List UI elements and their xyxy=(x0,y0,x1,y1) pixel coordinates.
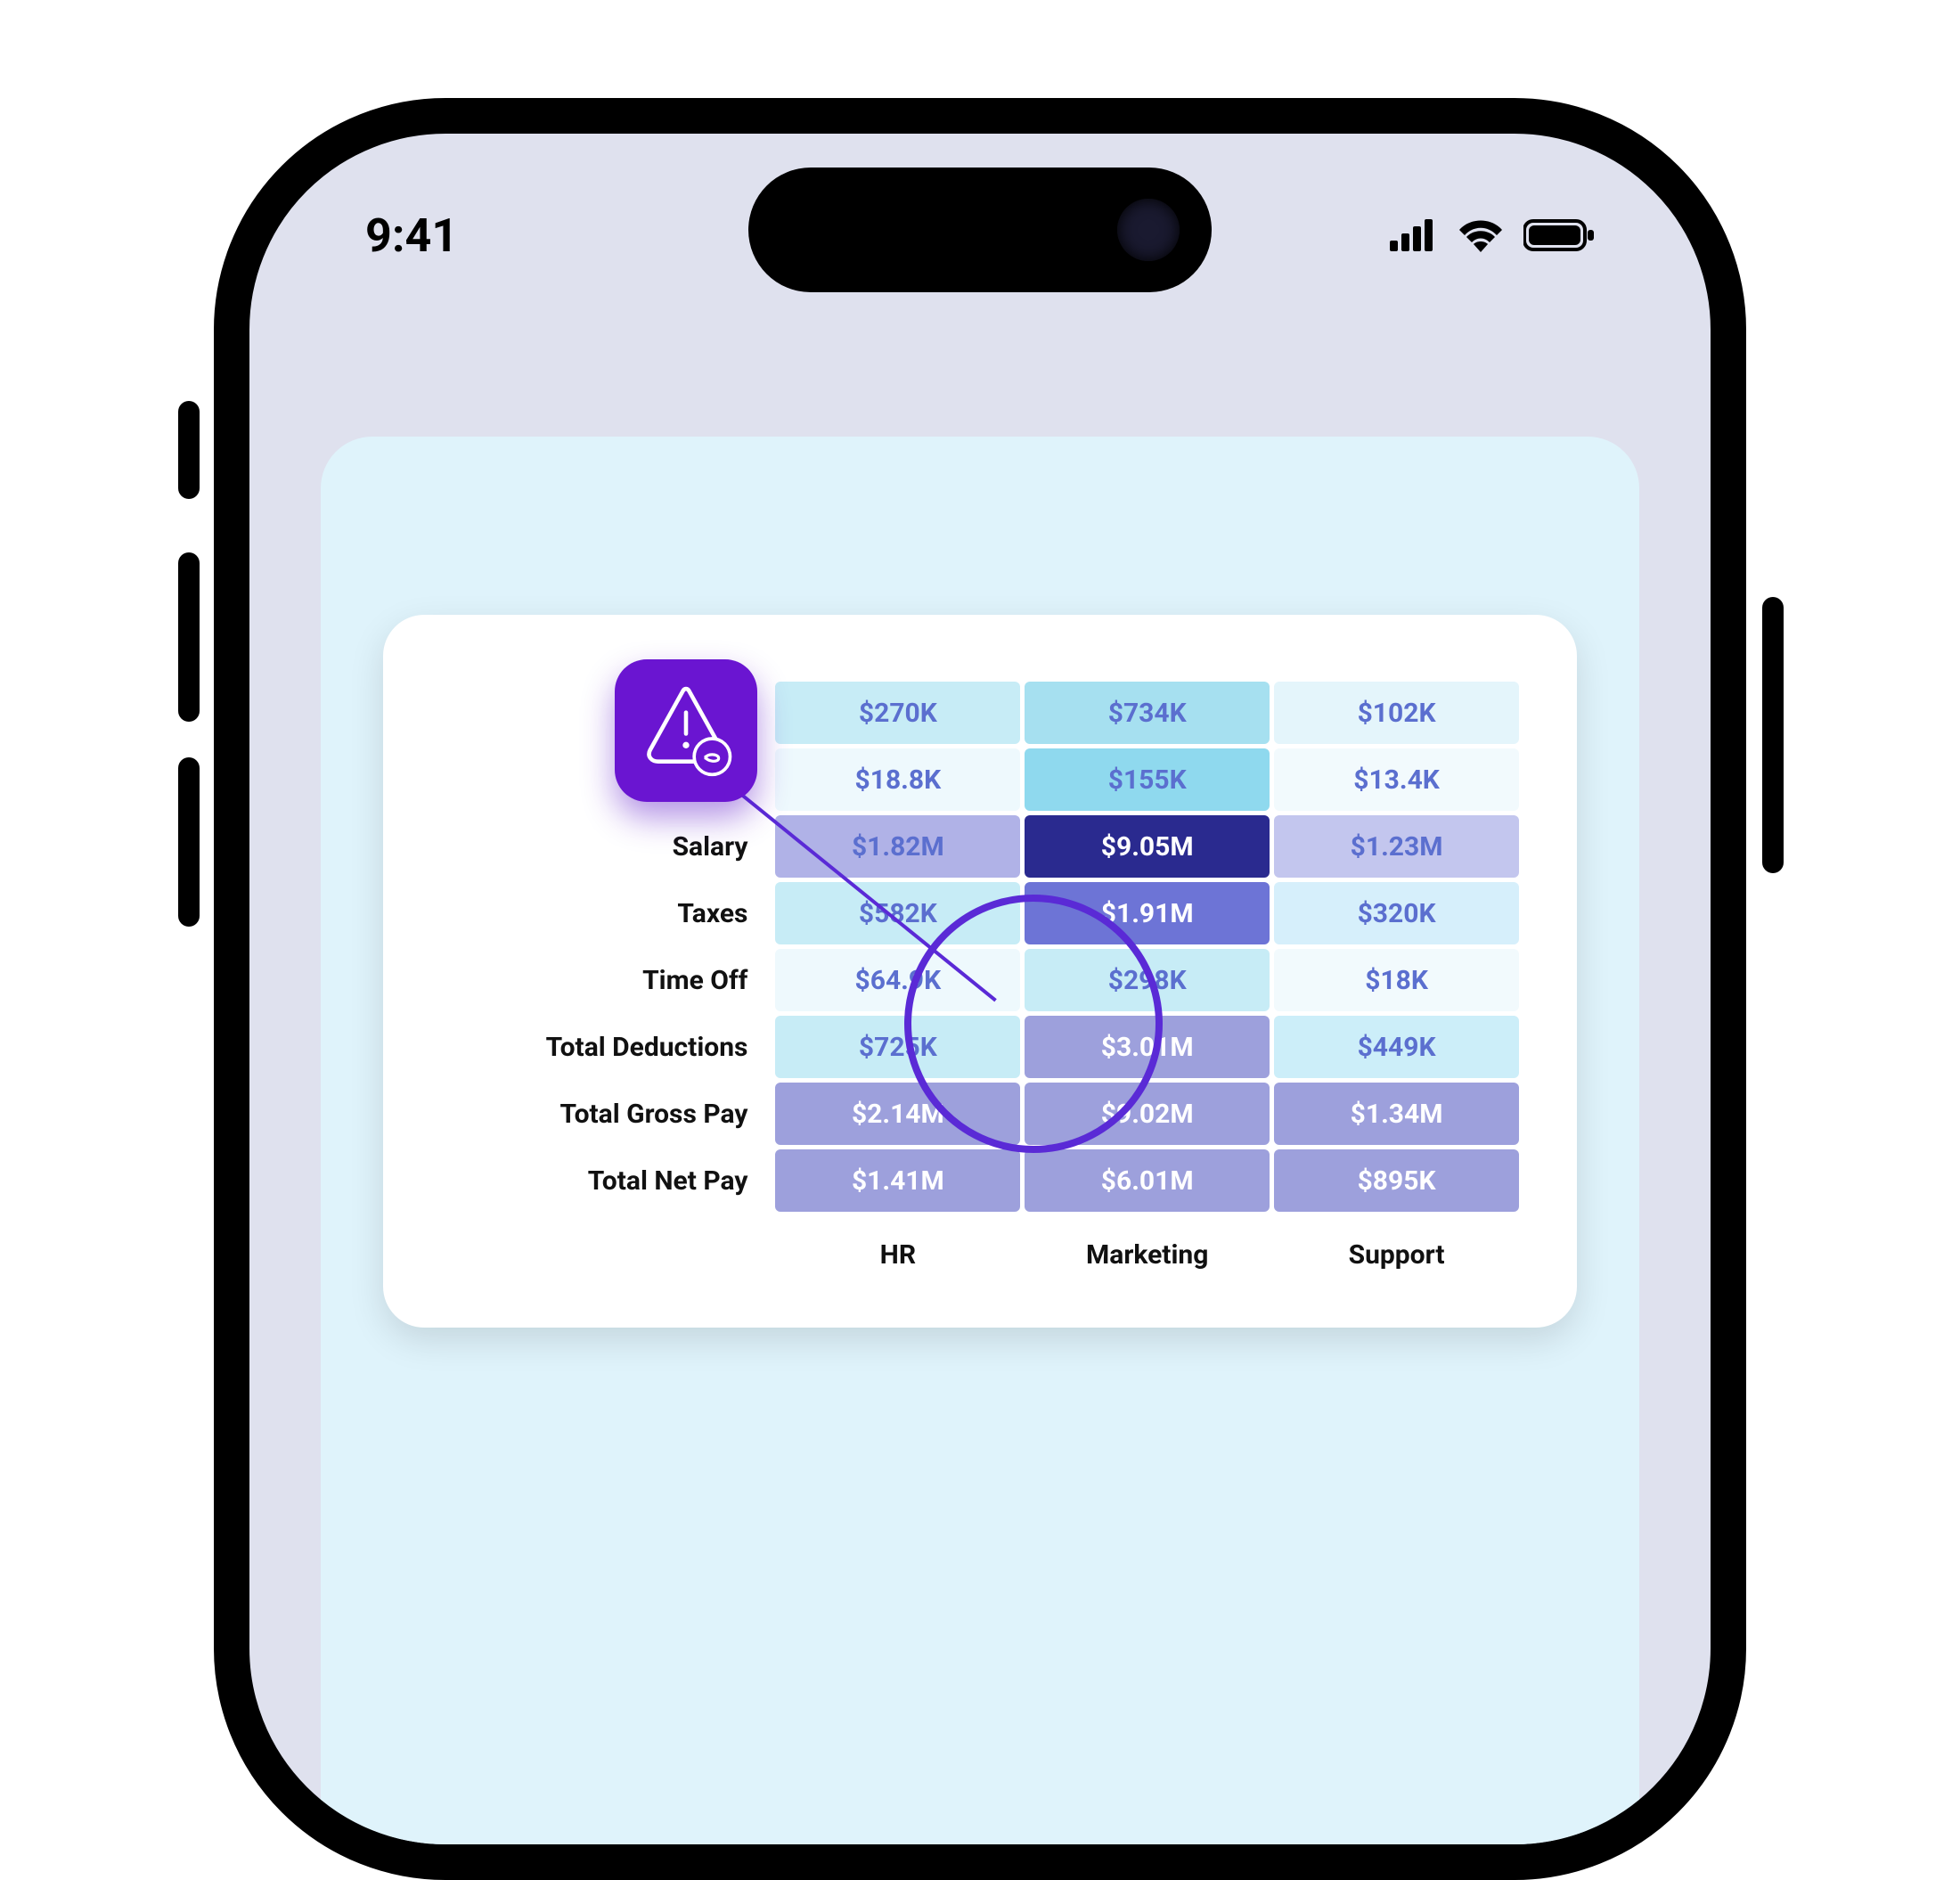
heatmap-cell[interactable]: $155K xyxy=(1025,748,1270,811)
heatmap-cell[interactable]: $1.91M xyxy=(1025,882,1270,944)
heatmap-card: Bonus$270K$734K$102KOvertime$18.8K$155K$… xyxy=(383,615,1577,1328)
heatmap-cell[interactable]: $3.01M xyxy=(1025,1016,1270,1078)
column-label: HR xyxy=(775,1216,1020,1279)
heatmap-cell[interactable]: $725K xyxy=(775,1016,1020,1078)
column-labels-row: HRMarketingSupport xyxy=(441,1216,1519,1279)
app-window: 9:41 xyxy=(0,0,1960,1686)
cellular-icon xyxy=(1390,219,1438,251)
table-row: Total Net Pay$1.41M$6.01M$895K xyxy=(441,1149,1519,1212)
phone-silence-switch xyxy=(178,401,200,499)
wifi-icon xyxy=(1458,218,1504,252)
battery-icon xyxy=(1523,218,1595,252)
table-row: Overtime$18.8K$155K$13.4K xyxy=(441,748,1519,811)
heatmap-table: Bonus$270K$734K$102KOvertime$18.8K$155K$… xyxy=(437,677,1523,1283)
heatmap-cell[interactable]: $1.23M xyxy=(1274,815,1519,878)
row-label: Time Off xyxy=(441,949,771,1011)
status-time: 9:41 xyxy=(365,208,458,263)
heatmap-cell[interactable]: $320K xyxy=(1274,882,1519,944)
phone-screen: 9:41 xyxy=(249,134,1711,1844)
row-label: Total Deductions xyxy=(441,1016,771,1078)
heatmap-cell[interactable]: $895K xyxy=(1274,1149,1519,1212)
heatmap-cell[interactable]: $64.9K xyxy=(775,949,1020,1011)
heatmap-cell[interactable]: $6.01M xyxy=(1025,1149,1270,1212)
status-right xyxy=(1390,218,1595,252)
heatmap-cell[interactable]: $18K xyxy=(1274,949,1519,1011)
heatmap-cell[interactable]: $582K xyxy=(775,882,1020,944)
table-row: Salary$1.82M$9.05M$1.23M xyxy=(441,815,1519,878)
heatmap-cell[interactable]: $18.8K xyxy=(775,748,1020,811)
heatmap-cell[interactable]: $298K xyxy=(1025,949,1270,1011)
heatmap-cell[interactable]: $102K xyxy=(1274,682,1519,744)
phone-power-button xyxy=(1762,597,1784,873)
heatmap-cell[interactable]: $270K xyxy=(775,682,1020,744)
anomaly-badge[interactable] xyxy=(615,659,757,802)
phone-mockup: 9:41 xyxy=(214,98,1746,1880)
heatmap-cell[interactable]: $13.4K xyxy=(1274,748,1519,811)
heatmap-cell[interactable]: $1.82M xyxy=(775,815,1020,878)
phone-volume-down xyxy=(178,757,200,927)
row-label: Total Gross Pay xyxy=(441,1083,771,1145)
row-label: Salary xyxy=(441,815,771,878)
table-row: Total Gross Pay$2.14M$9.02M$1.34M xyxy=(441,1083,1519,1145)
table-row: Total Deductions$725K$3.01M$449K xyxy=(441,1016,1519,1078)
heatmap-cell[interactable]: $449K xyxy=(1274,1016,1519,1078)
heatmap-cell[interactable]: $9.05M xyxy=(1025,815,1270,878)
phone-volume-up xyxy=(178,552,200,722)
column-label: Marketing xyxy=(1025,1216,1270,1279)
heatmap-cell[interactable]: $9.02M xyxy=(1025,1083,1270,1145)
column-label: Support xyxy=(1274,1216,1519,1279)
row-label: Total Net Pay xyxy=(441,1149,771,1212)
heatmap-cell[interactable]: $2.14M xyxy=(775,1083,1020,1145)
heatmap-cell[interactable]: $734K xyxy=(1025,682,1270,744)
alert-icon xyxy=(637,680,735,781)
blank-cell xyxy=(441,1216,771,1279)
row-label: Taxes xyxy=(441,882,771,944)
table-row: Bonus$270K$734K$102K xyxy=(441,682,1519,744)
content-backdrop: Bonus$270K$734K$102KOvertime$18.8K$155K$… xyxy=(321,437,1639,1844)
status-bar: 9:41 xyxy=(249,191,1711,280)
table-row: Taxes$582K$1.91M$320K xyxy=(441,882,1519,944)
heatmap-cell[interactable]: $1.41M xyxy=(775,1149,1020,1212)
table-row: Time Off$64.9K$298K$18K xyxy=(441,949,1519,1011)
heatmap-cell[interactable]: $1.34M xyxy=(1274,1083,1519,1145)
